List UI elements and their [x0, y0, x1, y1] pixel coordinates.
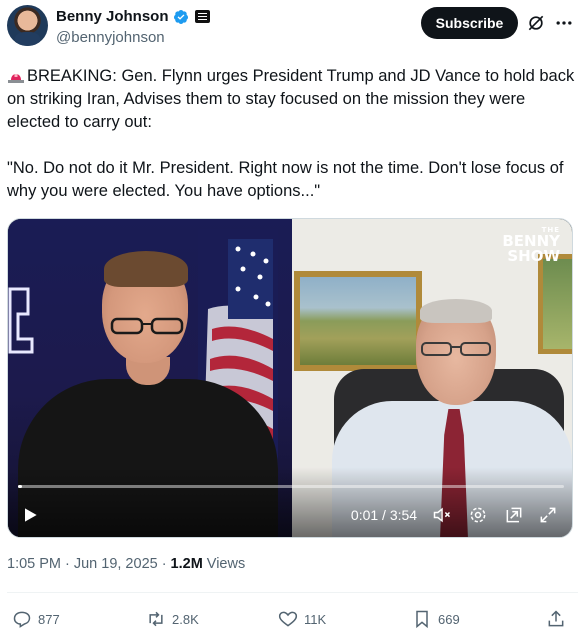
heart-icon — [278, 611, 298, 627]
tweet-text: BREAKING: Gen. Flynn urges President Tru… — [7, 65, 577, 203]
grok-icon[interactable] — [526, 13, 546, 33]
host-glasses — [110, 317, 184, 335]
video-player[interactable]: THE BENNY SHOW 0:01 / 3:54 — [7, 218, 573, 538]
bookmark-icon — [416, 610, 428, 629]
picture-in-picture-icon — [506, 507, 522, 523]
author-name-row: Benny Johnson — [56, 8, 210, 25]
wall-painting — [538, 254, 572, 354]
subscribe-button[interactable]: Subscribe — [421, 7, 518, 39]
logo-show: SHOW — [507, 247, 560, 265]
host-hair — [104, 251, 188, 287]
meta-separator: · — [65, 556, 70, 572]
reply-count: 877 — [38, 611, 60, 627]
guest-glasses — [421, 342, 491, 356]
tweet-line-1: BREAKING: Gen. Flynn urges President Tru… — [7, 67, 575, 131]
tweet-date[interactable]: Jun 19, 2025 — [74, 556, 158, 572]
landscape-painting — [294, 271, 422, 371]
verified-badge-icon[interactable] — [173, 9, 189, 25]
avatar[interactable] — [7, 5, 48, 46]
pip-button[interactable] — [502, 503, 526, 527]
fullscreen-button[interactable] — [536, 503, 560, 527]
repost-button[interactable]: 2.8K — [146, 606, 199, 632]
video-time: 0:01 / 3:54 — [350, 507, 418, 523]
affiliate-badge-icon[interactable] — [194, 10, 210, 23]
share-icon — [548, 610, 564, 627]
views-label: Views — [206, 556, 246, 572]
police-siren-icon — [7, 67, 25, 83]
guest-hair — [420, 299, 492, 323]
tweet-meta: 1:05 PM · Jun 19, 2025 · 1.2M Views — [7, 556, 245, 572]
divider — [7, 592, 578, 593]
mute-button[interactable] — [430, 503, 454, 527]
fullscreen-icon — [540, 507, 556, 523]
video-progress-bar[interactable] — [18, 485, 564, 488]
bookmark-count: 669 — [438, 611, 460, 627]
author-name[interactable]: Benny Johnson — [56, 8, 169, 25]
bookmark-button[interactable]: 669 — [412, 606, 460, 632]
repost-count: 2.8K — [172, 611, 199, 627]
tweet-paragraph-2: "No. Do not do it Mr. President. Right n… — [7, 159, 564, 200]
video-progress-fill — [18, 485, 23, 488]
repost-icon — [149, 611, 163, 627]
action-bar: 877 2.8K 11K 669 — [0, 606, 585, 632]
neon-sign-icon — [8, 287, 34, 354]
views-count[interactable]: 1.2M — [171, 556, 203, 572]
meta-separator: · — [161, 556, 167, 572]
volume-muted-icon — [433, 507, 451, 523]
benny-show-logo: THE BENNY SHOW — [486, 227, 560, 267]
share-button[interactable] — [546, 606, 566, 632]
tweet-paragraph-1: BREAKING: Gen. Flynn urges President Tru… — [7, 65, 577, 134]
like-count: 11K — [304, 611, 327, 627]
reply-button[interactable]: 877 — [12, 606, 60, 632]
play-icon — [25, 508, 37, 522]
settings-button[interactable] — [466, 503, 490, 527]
tweet-header: Benny Johnson @bennyjohnson Subscribe — [0, 0, 585, 50]
reply-icon — [13, 611, 31, 628]
play-button[interactable] — [18, 503, 42, 527]
gear-icon — [470, 507, 486, 523]
author-handle[interactable]: @bennyjohnson — [56, 29, 165, 46]
tweet-time[interactable]: 1:05 PM — [7, 556, 61, 572]
more-options-icon[interactable] — [554, 13, 574, 33]
like-button[interactable]: 11K — [278, 606, 326, 632]
